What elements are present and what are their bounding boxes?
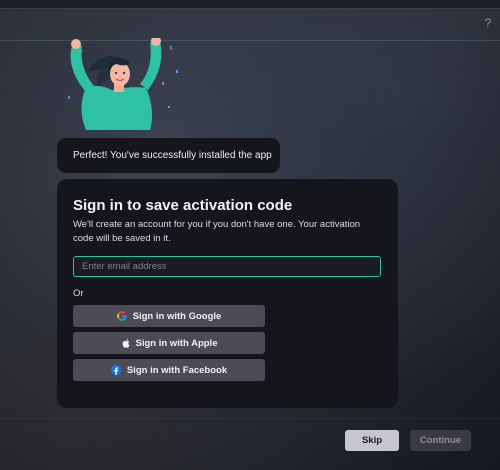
- success-message: Perfect! You've successfully installed t…: [57, 138, 280, 173]
- apple-signin-button[interactable]: Sign in with Apple: [73, 332, 265, 354]
- facebook-signin-label: Sign in with Facebook: [126, 364, 228, 376]
- footer-divider: [0, 418, 500, 419]
- or-divider-label: Or: [73, 288, 84, 299]
- google-signin-label: Sign in with Google: [132, 310, 222, 322]
- woman-celebrating-illustration: [68, 38, 178, 130]
- signin-description: We'll create an account for you if you d…: [73, 219, 361, 244]
- apple-icon: [122, 339, 129, 348]
- continue-button[interactable]: Continue: [410, 430, 471, 451]
- facebook-signin-button[interactable]: Sign in with Facebook: [73, 359, 265, 381]
- google-icon: [116, 311, 127, 321]
- help-icon[interactable]: ?: [482, 16, 494, 30]
- apple-signin-label: Sign in with Apple: [135, 337, 218, 349]
- window-top-border: [0, 0, 500, 9]
- skip-button[interactable]: Skip: [345, 430, 399, 451]
- google-signin-button[interactable]: Sign in with Google: [73, 305, 265, 327]
- facebook-icon: [110, 365, 121, 375]
- signin-title: Sign in to save activation code: [73, 197, 293, 214]
- signin-card: Sign in to save activation code We'll cr…: [57, 179, 398, 408]
- email-field[interactable]: [73, 256, 381, 277]
